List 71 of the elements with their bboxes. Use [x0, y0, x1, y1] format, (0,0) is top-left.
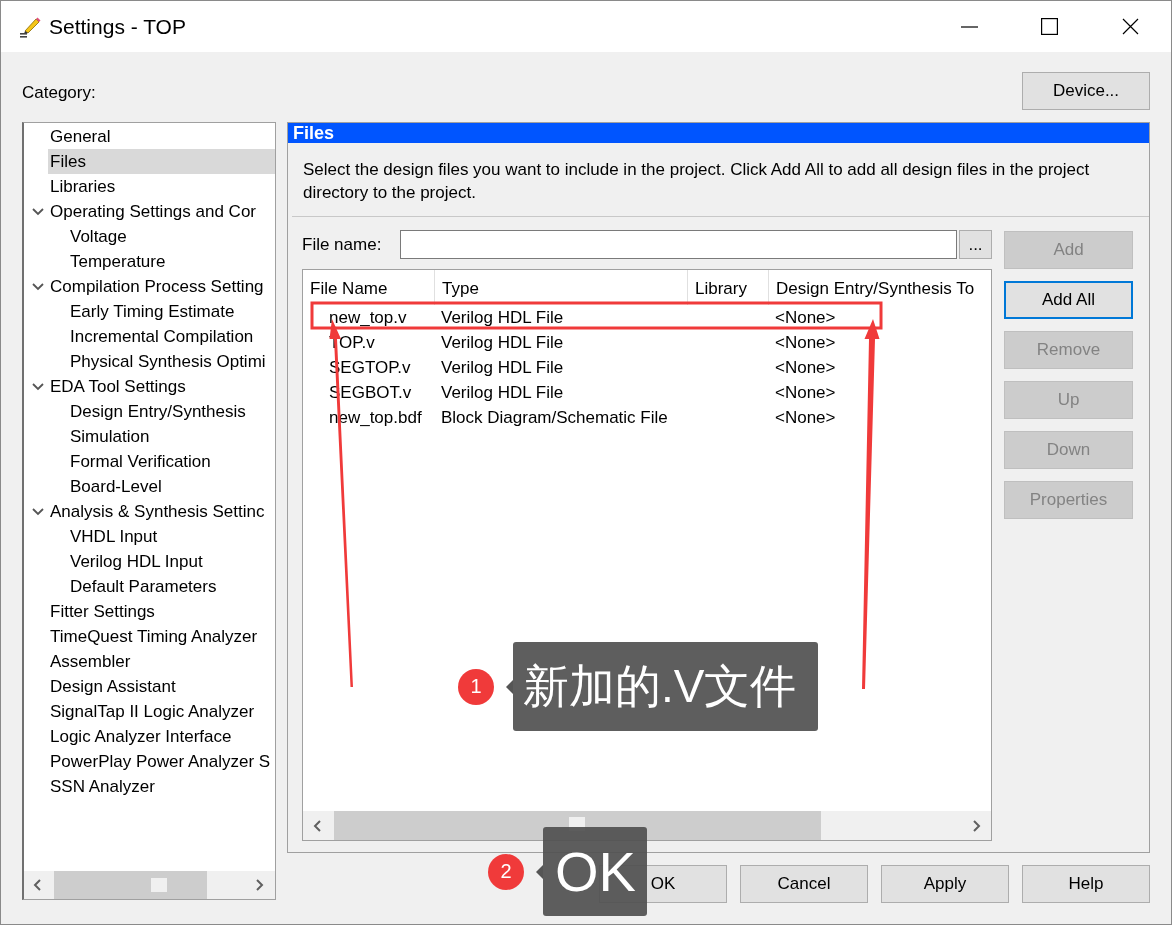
dialog-button[interactable]: Help [1022, 865, 1150, 903]
category-item[interactable]: Libraries [48, 174, 118, 199]
table-cell-text: <None> [774, 307, 836, 328]
file-name-label: File name: [302, 234, 383, 255]
category-item[interactable]: Design Assistant [48, 674, 178, 699]
table-cell-text: Verilog HDL File [440, 332, 565, 353]
dialog-button[interactable]: Cancel [740, 865, 868, 903]
table-cell-text: <None> [774, 357, 836, 378]
category-item[interactable]: Analysis & Synthesis Settinc [48, 499, 267, 524]
category-item[interactable]: Board-Level [68, 474, 164, 499]
chevron-icon[interactable] [31, 506, 45, 517]
browse-button[interactable]: ... [959, 230, 992, 259]
column-header[interactable]: Type [435, 270, 688, 305]
category-item[interactable]: Compilation Process Setting [48, 274, 266, 299]
category-item[interactable]: PowerPlay Power Analyzer S [48, 749, 273, 774]
scroll-right-icon[interactable] [970, 819, 982, 833]
chevron-icon[interactable] [31, 281, 45, 292]
category-item[interactable]: Assembler [48, 649, 133, 674]
table-cell-text: new_top.v [328, 307, 408, 328]
horizontal-scrollbar[interactable] [303, 811, 991, 840]
category-item[interactable]: Default Parameters [68, 574, 219, 599]
pencil-icon [19, 15, 41, 38]
table-cell-text: Block Diagram/Schematic File [440, 407, 669, 428]
close-icon[interactable] [1122, 18, 1139, 35]
category-item[interactable]: TimeQuest Timing Analyzer [48, 624, 260, 649]
table-cell-text: Verilog HDL File [440, 382, 565, 403]
category-item[interactable]: Voltage [68, 224, 129, 249]
category-item[interactable]: Formal Verification [68, 449, 213, 474]
window-title: Settings - TOP [49, 14, 186, 39]
file-name-field[interactable] [400, 230, 957, 259]
scroll-thumb[interactable] [334, 811, 821, 840]
category-item[interactable]: Fitter Settings [48, 599, 157, 624]
category-item[interactable]: Logic Analyzer Interface [48, 724, 234, 749]
scroll-right-icon[interactable] [253, 878, 265, 892]
column-header[interactable]: Library [688, 270, 769, 305]
step-badge: 2 [488, 853, 524, 890]
category-item[interactable]: Physical Synthesis Optimi [68, 349, 268, 374]
callout-tooltip: 新加的.V文件 [513, 642, 819, 731]
scroll-left-icon[interactable] [32, 878, 44, 892]
category-item[interactable]: Early Timing Estimate [68, 299, 237, 324]
maximize-icon[interactable] [1041, 18, 1058, 35]
table-cell-text: <None> [774, 332, 836, 353]
category-item[interactable]: Simulation [68, 424, 152, 449]
chevron-icon[interactable] [31, 381, 45, 392]
table-cell-text: Verilog HDL File [440, 357, 565, 378]
category-item[interactable]: Verilog HDL Input [68, 549, 205, 574]
chevron-icon[interactable] [31, 206, 45, 217]
category-item[interactable]: SignalTap II Logic Analyzer [48, 699, 257, 724]
category-item[interactable]: Incremental Compilation [68, 324, 256, 349]
table-cell-text: Verilog HDL File [440, 307, 565, 328]
category-item[interactable]: VHDL Input [68, 524, 160, 549]
device-button[interactable]: Device... [1022, 72, 1150, 110]
panel-header: Files [288, 123, 1149, 143]
scroll-thumb[interactable] [54, 871, 207, 899]
horizontal-scrollbar[interactable] [24, 871, 275, 899]
dialog-button[interactable]: Apply [881, 865, 1009, 903]
category-item[interactable]: EDA Tool Settings [48, 374, 188, 399]
category-item[interactable]: Files [48, 149, 275, 174]
category-item[interactable]: Temperature [68, 249, 168, 274]
side-button[interactable]: Add All [1004, 281, 1133, 319]
category-item[interactable]: Operating Settings and Cor [48, 199, 258, 224]
column-header[interactable]: File Name [303, 270, 435, 305]
scroll-left-icon[interactable] [312, 819, 324, 833]
category-label: Category: [22, 83, 96, 103]
description-text: Select the design files you want to include in the project. Click Add All to add all design files in the project directory to the project. [303, 159, 1091, 204]
table-cell-text: <None> [774, 407, 836, 428]
category-item[interactable]: General [48, 124, 113, 149]
category-item[interactable]: SSN Analyzer [48, 774, 157, 799]
table-cell-text: <None> [774, 382, 836, 403]
callout-tooltip: OK [543, 827, 647, 916]
category-item[interactable]: Design Entry/Synthesis [68, 399, 248, 424]
